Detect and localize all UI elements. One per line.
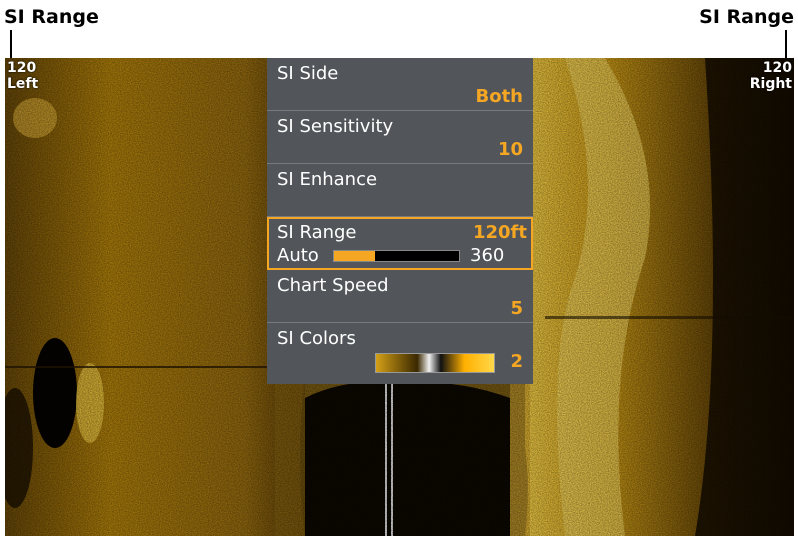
menu-item-value: Both [475, 86, 523, 107]
range-max-label: 360 [470, 245, 505, 266]
menu-item-si-enhance[interactable]: SI Enhance [267, 164, 533, 217]
menu-item-label: SI Range [277, 222, 357, 243]
menu-item-label: SI Colors [277, 328, 356, 349]
range-side-left: Left [7, 76, 39, 92]
range-value-left: 120 [7, 60, 37, 76]
menu-item-si-range[interactable]: SI Range 120ft Auto 360 [267, 217, 533, 270]
menu-item-label: SI Enhance [277, 169, 378, 190]
range-slider-row: Auto 360 [277, 245, 527, 267]
menu-item-chart-speed[interactable]: Chart Speed 5 [267, 270, 533, 323]
range-slider[interactable] [333, 250, 460, 262]
menu-item-si-colors[interactable]: SI Colors 2 [267, 323, 533, 376]
si-range-callout-right: SI Range [699, 6, 794, 28]
menu-item-label: SI Side [277, 63, 339, 84]
range-slider-fill [334, 251, 376, 261]
range-auto-label: Auto [277, 245, 319, 266]
range-label-left: 120 Left [7, 60, 38, 92]
sonar-menu: SI Side Both SI Sensitivity 10 SI Enhanc… [267, 58, 533, 384]
range-label-right: 120 Right [750, 60, 792, 92]
callout-leader-left [10, 30, 12, 58]
menu-item-value: 120ft [472, 222, 527, 243]
menu-item-label: SI Sensitivity [277, 116, 394, 137]
range-side-right: Right [749, 76, 792, 92]
menu-item-value: 5 [510, 298, 523, 319]
menu-item-si-side[interactable]: SI Side Both [267, 58, 533, 111]
si-range-callout-left: SI Range [4, 6, 99, 28]
menu-item-si-sensitivity[interactable]: SI Sensitivity 10 [267, 111, 533, 164]
color-palette-preview [375, 353, 495, 373]
menu-item-label: Chart Speed [277, 275, 389, 296]
menu-item-value: 2 [510, 351, 523, 372]
callout-leader-right [785, 30, 787, 58]
range-value-right: 120 [762, 60, 792, 76]
side-imaging-view: 120 Left 120 Right SI Side Both SI Sensi… [5, 58, 794, 536]
menu-item-value: 10 [497, 139, 523, 160]
